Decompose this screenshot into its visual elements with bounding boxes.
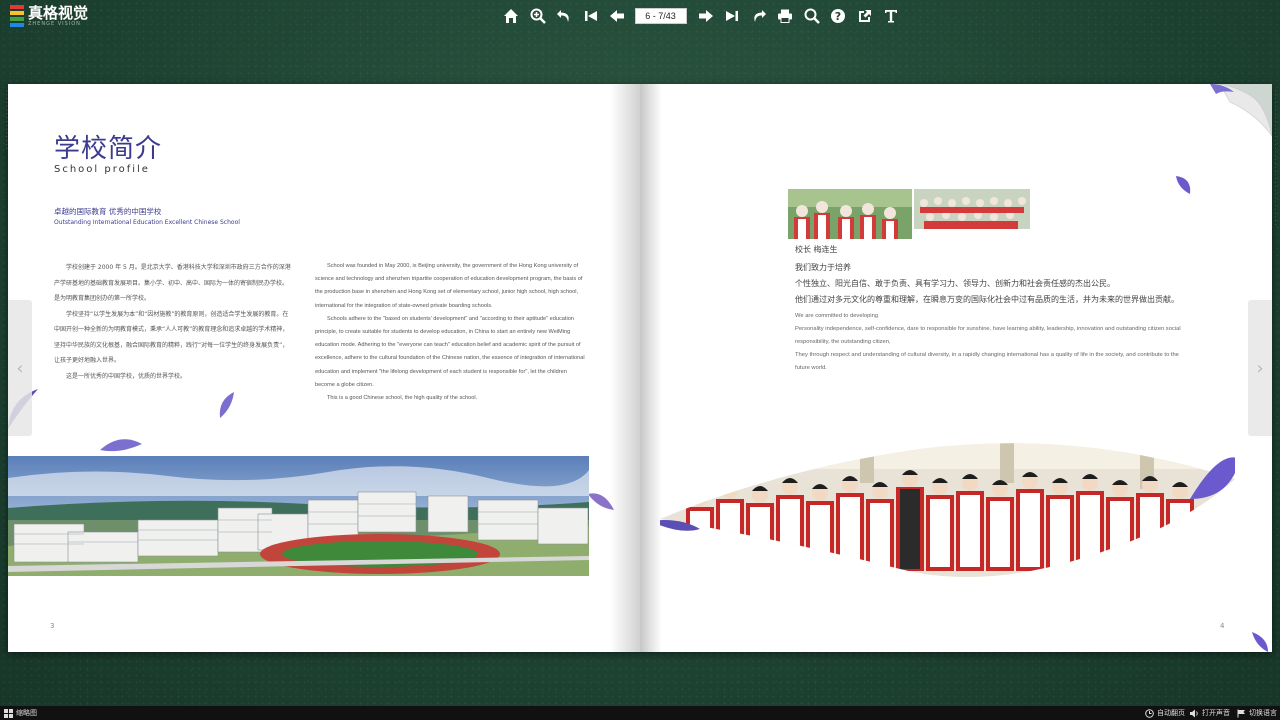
- page-subtitle: School profile: [54, 164, 150, 175]
- paragraph: 学校创建于 2000 年 5 月。是北京大学、香港科技大学和深圳市政府三方合作的…: [54, 264, 291, 302]
- zoom-in-icon: [530, 8, 546, 24]
- home-button[interactable]: [500, 5, 522, 27]
- slogan-cn: 卓越的国际教育 优秀的中国学校: [54, 207, 162, 216]
- principal-name: 校长 梅连生: [795, 245, 838, 254]
- last-page-icon: [726, 11, 738, 21]
- flipbook: 学校简介 School profile 卓越的国际教育 优秀的中国学校 Outs…: [8, 84, 1272, 652]
- first-page-icon: [584, 11, 597, 21]
- paragraph: School was founded in May 2000, is Beiji…: [315, 263, 583, 309]
- first-page-button[interactable]: [580, 5, 602, 27]
- text-icon: [885, 10, 897, 23]
- print-button[interactable]: [774, 5, 796, 27]
- bottom-bar: 缩略图 自动翻页 打开声音 切换语言: [0, 706, 1280, 720]
- mission-line: 个性独立、阳光自信、敢于负责、具有学习力、领导力、创新力和社会责任感的杰出公民。: [795, 279, 1115, 288]
- svg-text:?: ?: [835, 10, 841, 23]
- page-title: 学校简介: [54, 134, 163, 164]
- paragraph: This is a good Chinese school, the high …: [327, 395, 478, 402]
- clock-icon: [1145, 708, 1154, 718]
- paragraph: They through respect and understanding o…: [795, 352, 1179, 371]
- chevron-left-icon: ‹: [16, 357, 24, 379]
- app-logo[interactable]: 真格视觉 ZHENGE VISION: [10, 5, 88, 27]
- mission-text-en: We are committed to developing Personali…: [795, 310, 1195, 375]
- toolbar: 6 - 7/43 ?: [500, 5, 907, 27]
- petal-decoration-icon: [219, 392, 234, 418]
- mission-line: 他们通过对多元文化的尊重和理解，在瞬息万变的国际化社会中过有品质的生活，并为未来…: [795, 295, 1179, 304]
- page-curl-corner[interactable]: [1210, 84, 1272, 136]
- petal-decoration-icon: [100, 439, 142, 452]
- print-icon: [778, 9, 792, 23]
- students-photo: [788, 189, 912, 239]
- next-page-button[interactable]: [695, 5, 717, 27]
- page-number: 3: [50, 622, 55, 630]
- export-icon: [858, 10, 871, 22]
- logo-text: 真格视觉: [28, 4, 89, 22]
- petal-decoration-icon: [1176, 176, 1191, 194]
- prev-page-edge-button[interactable]: ‹: [8, 300, 32, 436]
- zoom-in-button[interactable]: [527, 5, 549, 27]
- autoflip-label: 自动翻页: [1157, 709, 1185, 717]
- search-button[interactable]: [801, 5, 823, 27]
- language-label: 切换语言: [1249, 709, 1277, 717]
- page-gutter: [610, 84, 640, 652]
- paragraph: 学校坚持“以学生发展为本”和“因材施教”的教育原则，创造适合学生发展的教育。在中…: [54, 310, 289, 365]
- left-page[interactable]: 学校简介 School profile 卓越的国际教育 优秀的中国学校 Outs…: [8, 84, 640, 652]
- students-group-photo: [660, 443, 1235, 577]
- share-icon: [753, 10, 766, 22]
- paragraph: 这是一所优秀的中国学校，优质的世界学校。: [66, 372, 187, 380]
- slogan-en: Outstanding International Education Exce…: [54, 219, 240, 226]
- export-button[interactable]: [854, 5, 876, 27]
- petal-decoration-icon: [1252, 632, 1268, 652]
- right-page[interactable]: 校长 梅连生 我们致力于培养 个性独立、阳光自信、敢于负责、具有学习力、领导力、…: [640, 84, 1272, 652]
- thumbnails-button[interactable]: 缩略图: [4, 706, 37, 720]
- logo-mark-icon: [10, 5, 24, 27]
- page-gutter: [640, 84, 662, 652]
- profile-text-en: School was founded in May 2000, is Beiji…: [315, 260, 585, 405]
- thumbnails-label: 缩略图: [16, 709, 37, 717]
- home-icon: [504, 9, 518, 23]
- sound-label: 打开声音: [1202, 709, 1230, 717]
- flag-icon: [1237, 709, 1245, 717]
- sound-button[interactable]: 打开声音: [1190, 706, 1230, 720]
- mission-line: 我们致力于培养: [795, 263, 851, 272]
- prev-page-icon: [610, 10, 624, 22]
- undo-button[interactable]: [553, 5, 575, 27]
- paragraph: Personality independence, self-confidenc…: [795, 326, 1181, 345]
- search-icon: [804, 8, 820, 24]
- last-page-button[interactable]: [721, 5, 743, 27]
- autoflip-button[interactable]: 自动翻页: [1145, 706, 1185, 720]
- undo-icon: [557, 10, 569, 22]
- help-button[interactable]: ?: [827, 5, 849, 27]
- language-button[interactable]: 切换语言: [1237, 706, 1277, 720]
- next-page-edge-button[interactable]: ›: [1248, 300, 1272, 436]
- speaker-icon: [1190, 709, 1198, 717]
- grid-icon: [4, 708, 13, 718]
- share-button[interactable]: [748, 5, 770, 27]
- paragraph: We are committed to developing: [795, 313, 879, 319]
- class-group-photo: [914, 189, 1030, 239]
- profile-text-cn: 学校创建于 2000 年 5 月。是北京大学、香港科技大学和深圳市政府三方合作的…: [54, 260, 292, 384]
- help-icon: ?: [831, 9, 845, 23]
- paragraph: Schools adhere to the "based on students…: [315, 315, 585, 388]
- page-indicator-input[interactable]: 6 - 7/43: [634, 8, 687, 24]
- page-number: 4: [1220, 622, 1225, 630]
- chevron-right-icon: ›: [1256, 357, 1264, 379]
- text-button[interactable]: [880, 5, 902, 27]
- prev-page-button[interactable]: [606, 5, 628, 27]
- logo-subtext: ZHENGE VISION: [28, 21, 81, 27]
- next-page-icon: [698, 10, 713, 22]
- campus-aerial-photo: [8, 456, 589, 576]
